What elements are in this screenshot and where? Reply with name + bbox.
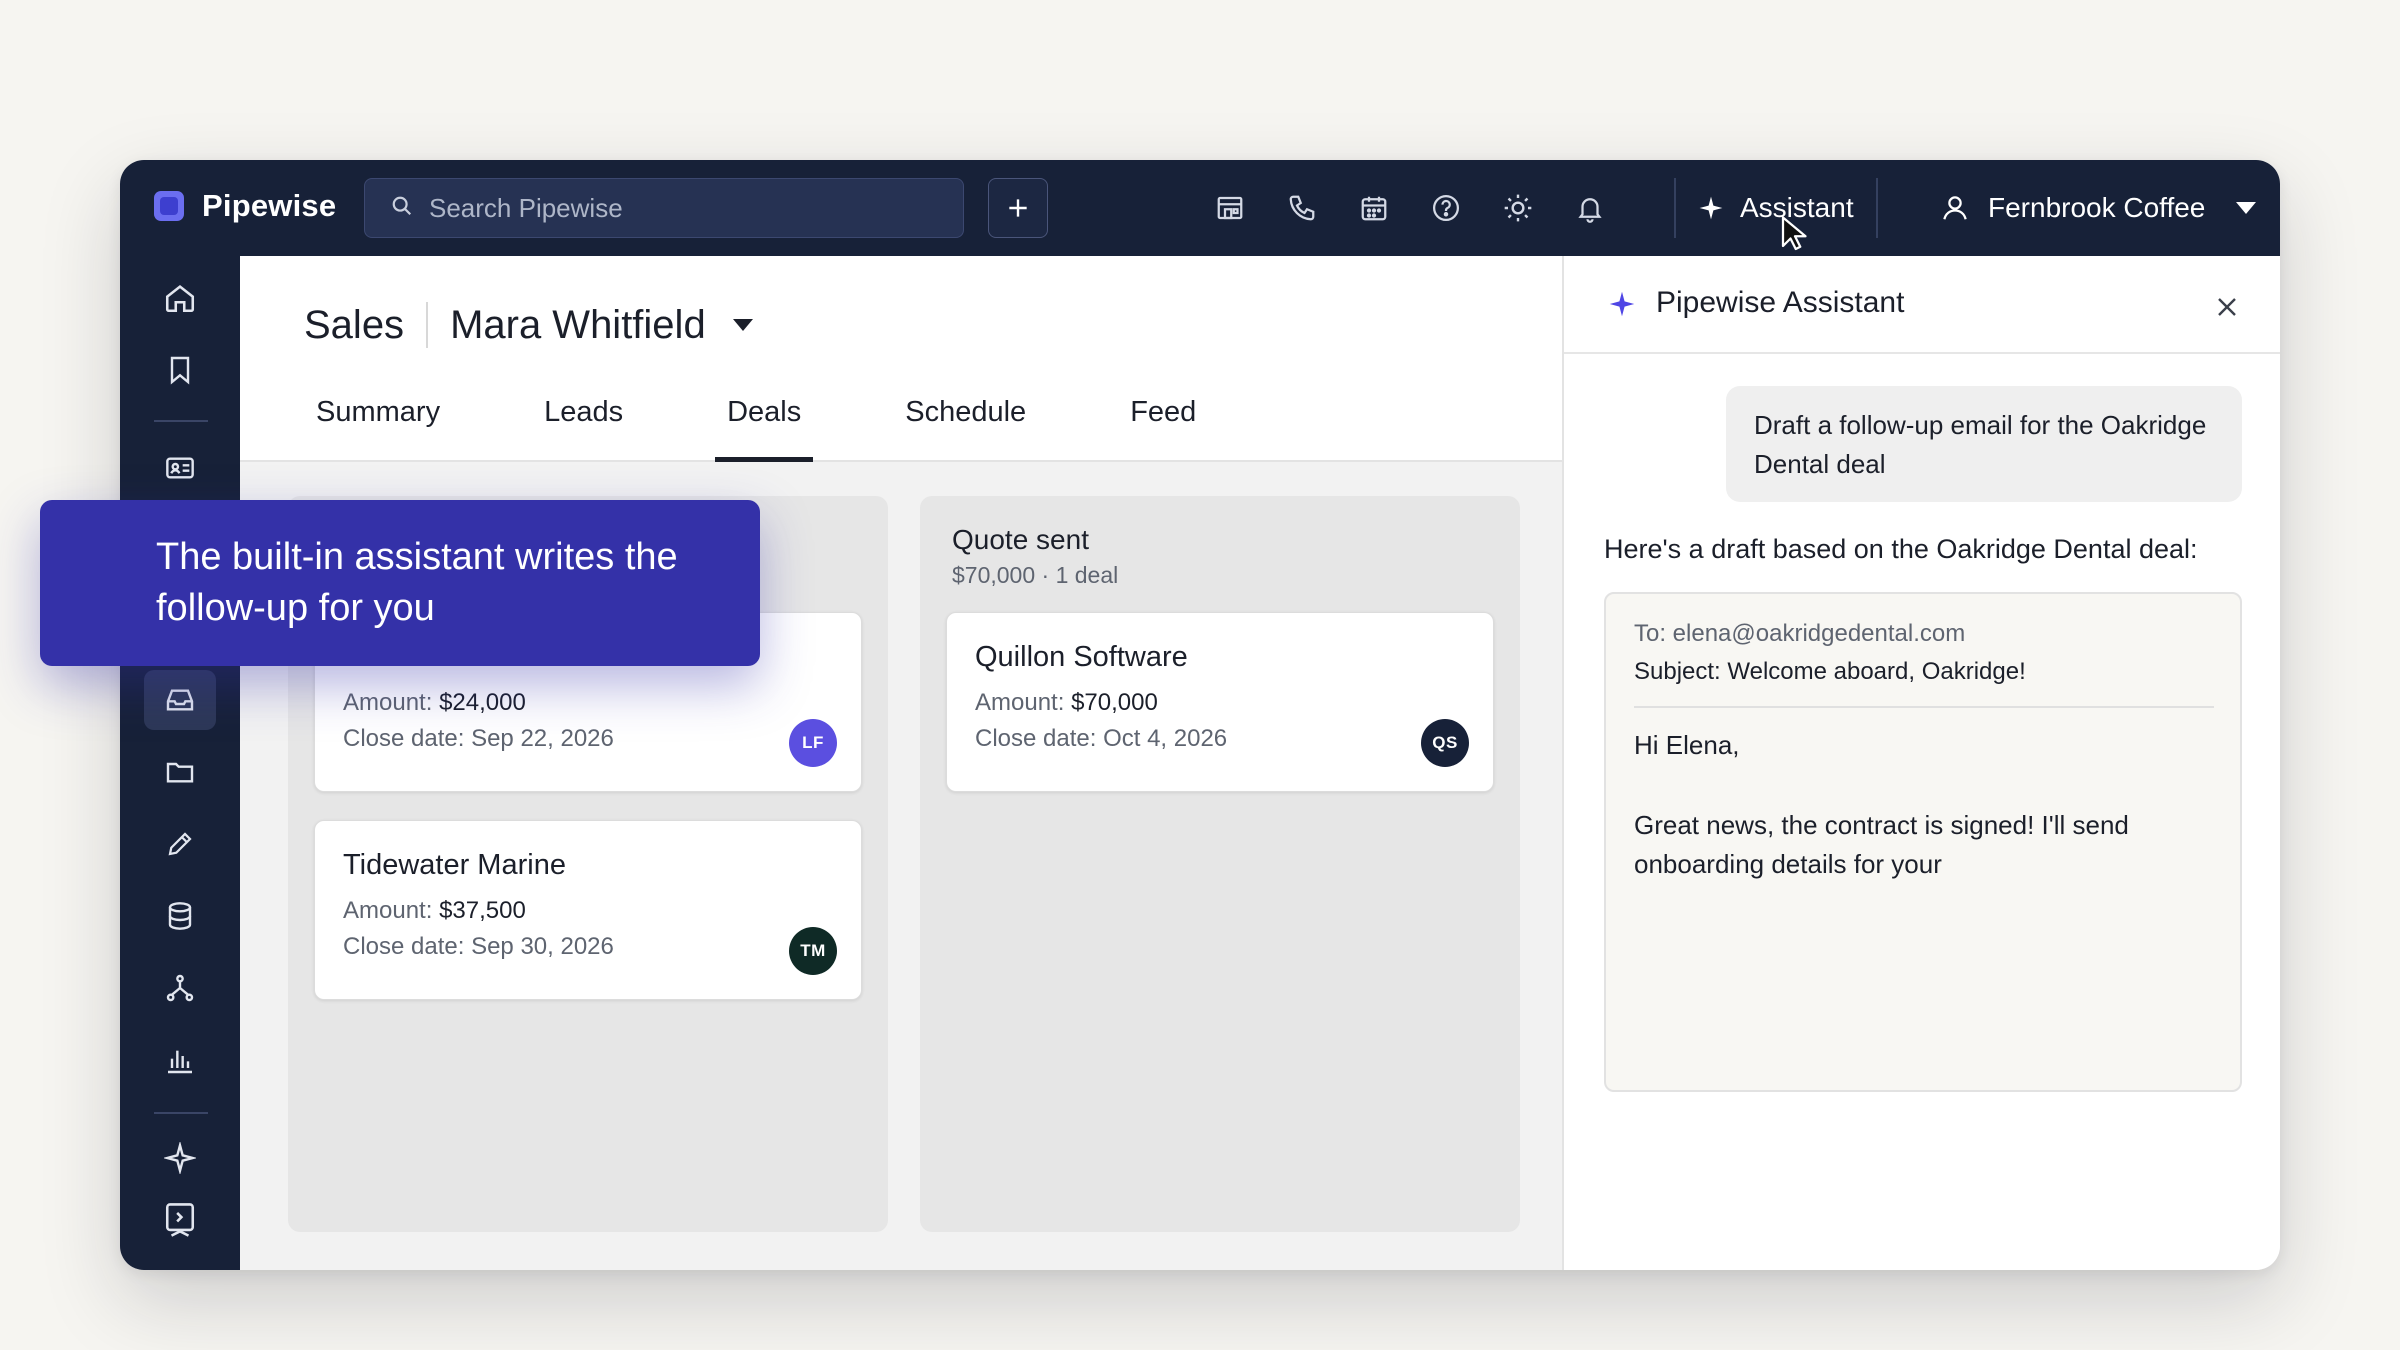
owner-selector[interactable]: Mara Whitfield xyxy=(450,303,706,348)
tab-schedule[interactable]: Schedule xyxy=(893,390,1038,462)
sidebar-item-notes[interactable] xyxy=(144,814,216,874)
email-draft[interactable]: To: elena@oakridgedental.com Subject: We… xyxy=(1604,592,2242,1092)
sidebar-item-bookmarks[interactable] xyxy=(144,340,216,400)
column-summary: $70,000 · 1 deal xyxy=(952,562,1119,588)
brand-name: Pipewise xyxy=(202,188,337,223)
tab-bar: Summary Leads Deals Schedule Feed xyxy=(304,390,1288,462)
pencil-icon xyxy=(168,832,192,856)
caret-down-icon xyxy=(2236,202,2257,214)
avatar[interactable]: TM xyxy=(789,927,837,975)
org-switcher[interactable]: Fernbrook Coffee xyxy=(1940,182,2257,234)
sidebar-item-ai[interactable] xyxy=(144,1128,216,1188)
sidebar-item-inbox[interactable] xyxy=(144,670,216,730)
org-name: Fernbrook Coffee xyxy=(1988,192,2206,223)
calendar-icon[interactable] xyxy=(1354,188,1394,228)
deal-close-date: Close date: Oct 4, 2026 xyxy=(975,725,1228,752)
user-message: Draft a follow-up email for the Oakridge… xyxy=(1726,386,2242,502)
create-button[interactable] xyxy=(988,178,1048,238)
bookmark-icon xyxy=(170,356,190,385)
deal-amount: Amount: $70,000 xyxy=(975,689,1158,716)
column-title: Quote sent xyxy=(952,524,1089,555)
draft-subject: Subject: Welcome aboard, Oakridge! xyxy=(1634,658,2026,685)
tab-feed[interactable]: Feed xyxy=(1118,390,1208,462)
mouse-cursor-icon xyxy=(1781,216,1807,251)
avatar[interactable]: QS xyxy=(1421,719,1469,767)
sparkle-outline-icon xyxy=(164,1142,196,1174)
feature-callout: The built-in assistant writes the follow… xyxy=(40,500,760,666)
deal-title: Quillon Software xyxy=(975,641,1188,673)
deal-title: Tidewater Marine xyxy=(343,849,566,881)
hierarchy-icon xyxy=(166,974,194,1002)
sidebar-divider xyxy=(154,420,208,422)
deal-amount: Amount: $24,000 xyxy=(343,689,526,716)
help-icon[interactable] xyxy=(1426,188,1466,228)
breadcrumb-divider xyxy=(426,302,429,348)
section-title: Sales xyxy=(304,302,405,347)
search-input[interactable] xyxy=(429,192,929,224)
caret-down-icon[interactable] xyxy=(732,318,754,332)
sidebar xyxy=(120,256,240,1270)
sidebar-item-home[interactable] xyxy=(144,268,216,328)
pipewise-logo-icon xyxy=(154,191,184,221)
draft-greeting: Hi Elena, xyxy=(1634,730,1740,760)
deal-card[interactable]: Tidewater Marine Amount: $37,500 Close d… xyxy=(314,820,862,1000)
page-header: Sales Mara Whitfield Summary Leads Deals… xyxy=(240,256,1562,462)
tab-summary[interactable]: Summary xyxy=(304,390,452,462)
sidebar-item-reports[interactable] xyxy=(144,1030,216,1090)
search-box[interactable] xyxy=(364,178,964,238)
assistant-button[interactable]: Assistant xyxy=(1698,182,1854,234)
draft-divider xyxy=(1634,706,2214,708)
database-icon xyxy=(168,902,192,930)
assistant-panel-header: Pipewise Assistant xyxy=(1564,256,2280,354)
sidebar-item-workflows[interactable] xyxy=(144,958,216,1018)
brand[interactable]: Pipewise xyxy=(154,188,336,224)
close-icon xyxy=(2218,298,2236,316)
contact-card-icon xyxy=(166,457,194,479)
plus-icon xyxy=(1009,199,1027,217)
draft-body: Great news, the contract is signed! I'll… xyxy=(1634,810,2129,879)
tab-deals[interactable]: Deals xyxy=(715,390,814,462)
assistant-panel-title: Pipewise Assistant xyxy=(1656,286,1905,319)
sidebar-item-data[interactable] xyxy=(144,886,216,946)
assistant-panel: Pipewise Assistant Draft a follow-up ema… xyxy=(1562,256,2280,1270)
sparkle-icon xyxy=(1609,291,1635,317)
user-icon xyxy=(1943,196,1967,220)
deal-card[interactable]: Quillon Software Amount: $70,000 Close d… xyxy=(946,612,1494,792)
deal-amount: Amount: $37,500 xyxy=(343,897,526,924)
breadcrumb: Sales Mara Whitfield xyxy=(304,302,754,348)
main-content: Sales Mara Whitfield Summary Leads Deals… xyxy=(240,256,1562,1270)
deal-close-date: Close date: Sep 22, 2026 xyxy=(343,725,614,752)
toolbar-divider xyxy=(1674,178,1676,238)
bell-icon[interactable] xyxy=(1570,188,1610,228)
pipeline-column: Quote sent $70,000 · 1 deal Quillon Soft… xyxy=(920,496,1520,1232)
avatar[interactable]: LF xyxy=(789,719,837,767)
sidebar-item-files[interactable] xyxy=(144,742,216,802)
sidebar-divider xyxy=(154,1112,208,1114)
sidebar-item-collapse[interactable] xyxy=(144,1190,216,1250)
theme-sun-icon[interactable] xyxy=(1498,188,1538,228)
search-icon xyxy=(391,195,413,222)
inbox-icon xyxy=(166,689,194,711)
bar-chart-icon xyxy=(168,1050,192,1074)
expand-panel-icon xyxy=(165,1203,195,1237)
folder-icon xyxy=(166,762,194,783)
sparkle-icon xyxy=(1699,196,1723,220)
home-icon xyxy=(165,285,195,313)
app-window: Pipewise Search Pipewise Assistant Fernb… xyxy=(120,160,2280,1270)
sidebar-item-contacts[interactable] xyxy=(144,438,216,498)
draft-recipient: To: elena@oakridgedental.com xyxy=(1634,620,1966,647)
toolbar-divider xyxy=(1876,178,1878,238)
close-button[interactable] xyxy=(2212,292,2242,322)
deal-close-date: Close date: Sep 30, 2026 xyxy=(343,933,614,960)
phone-icon[interactable] xyxy=(1282,188,1322,228)
assistant-reply: Here's a draft based on the Oakridge Den… xyxy=(1604,534,2198,564)
store-icon[interactable] xyxy=(1210,188,1250,228)
tab-leads[interactable]: Leads xyxy=(532,390,635,462)
top-bar: Pipewise Search Pipewise Assistant Fernb… xyxy=(120,160,2280,256)
